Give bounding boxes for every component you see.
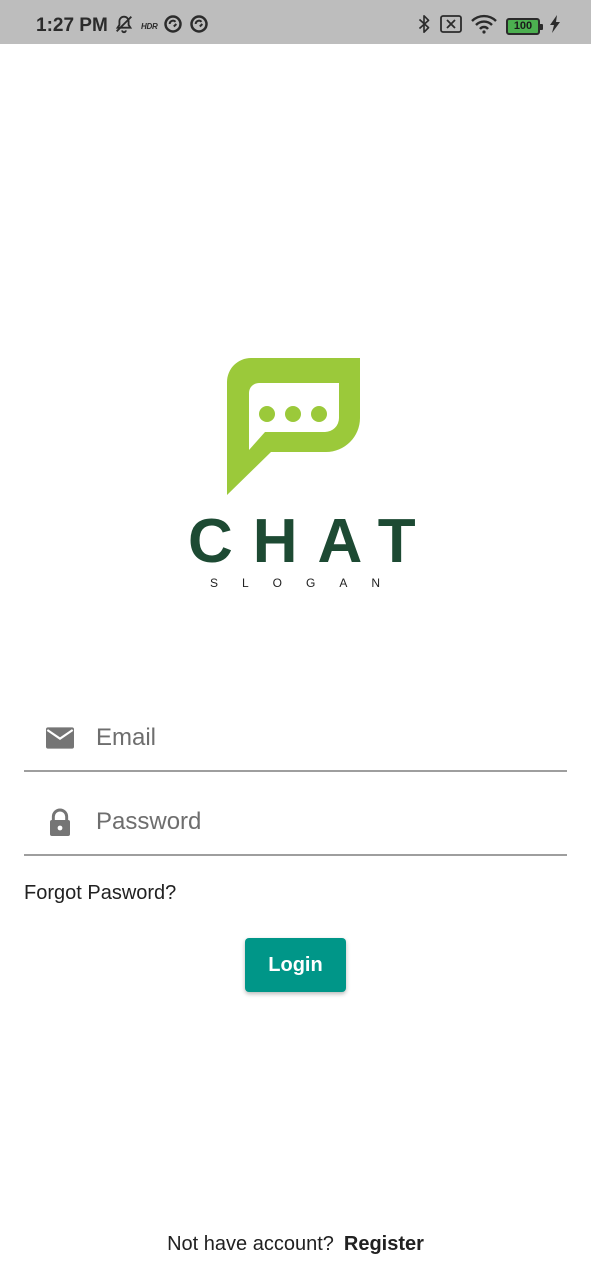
- register-prompt: Not have account?: [167, 1233, 334, 1255]
- status-time: 1:27 PM: [36, 15, 108, 36]
- password-input[interactable]: [96, 800, 546, 844]
- lock-icon: [44, 806, 76, 838]
- register-row: Not have account? Register: [0, 1230, 591, 1258]
- sync-icon: [189, 14, 209, 39]
- email-field: [24, 702, 567, 772]
- bluetooth-icon: [417, 14, 431, 39]
- hdr-icon: HDR: [141, 21, 158, 31]
- battery-level: 100: [513, 19, 533, 32]
- email-input[interactable]: [96, 716, 546, 760]
- status-left-icons: HDR: [113, 14, 209, 38]
- status-right-icons: 100: [417, 14, 561, 38]
- password-field: [24, 786, 567, 856]
- muted-notification-icon: [113, 13, 135, 40]
- sync-icon: [163, 14, 183, 39]
- logo-title: CHAT: [188, 507, 436, 576]
- app-logo: CHAT SLOGAN: [170, 355, 420, 595]
- login-button[interactable]: Login: [245, 938, 346, 992]
- status-bar: 1:27 PM HDR 100: [0, 0, 591, 44]
- sim-off-icon: [440, 14, 462, 38]
- battery-icon: 100: [506, 17, 543, 35]
- wifi-icon: [471, 14, 497, 39]
- charging-icon: [549, 14, 561, 38]
- forgot-password-link[interactable]: Forgot Pasword?: [24, 880, 176, 906]
- email-icon: [44, 722, 76, 754]
- chat-bubble-icon: [227, 358, 360, 495]
- register-link[interactable]: Register: [344, 1233, 424, 1255]
- logo-slogan: SLOGAN: [209, 576, 404, 590]
